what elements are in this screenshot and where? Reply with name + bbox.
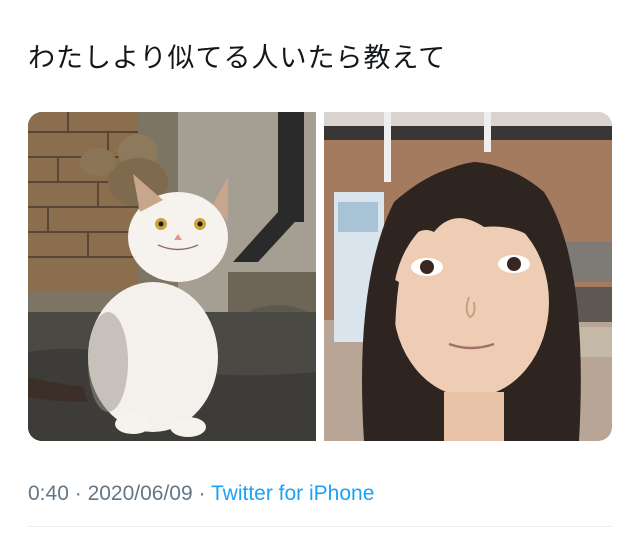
tweet-source-link[interactable]: Twitter for iPhone (211, 482, 374, 505)
tweet-time: 0:40 (28, 482, 69, 505)
tweet: わたしより似てる人いたら教えて 0:40 · 2020/06/09 · Twit… (0, 0, 640, 540)
tweet-date: 2020/06/09 (87, 482, 193, 505)
tweet-media-grid (28, 112, 612, 441)
meta-separator: · (198, 482, 206, 505)
person-photo-illustration (324, 112, 612, 441)
divider (28, 526, 612, 527)
cat-photo-illustration (28, 112, 316, 441)
tweet-meta: 0:40 · 2020/06/09 · Twitter for iPhone (28, 482, 374, 506)
media-image-cat[interactable] (28, 112, 316, 441)
media-image-person[interactable] (324, 112, 612, 441)
meta-separator: · (74, 482, 82, 505)
tweet-text: わたしより似てる人いたら教えて (28, 43, 447, 74)
